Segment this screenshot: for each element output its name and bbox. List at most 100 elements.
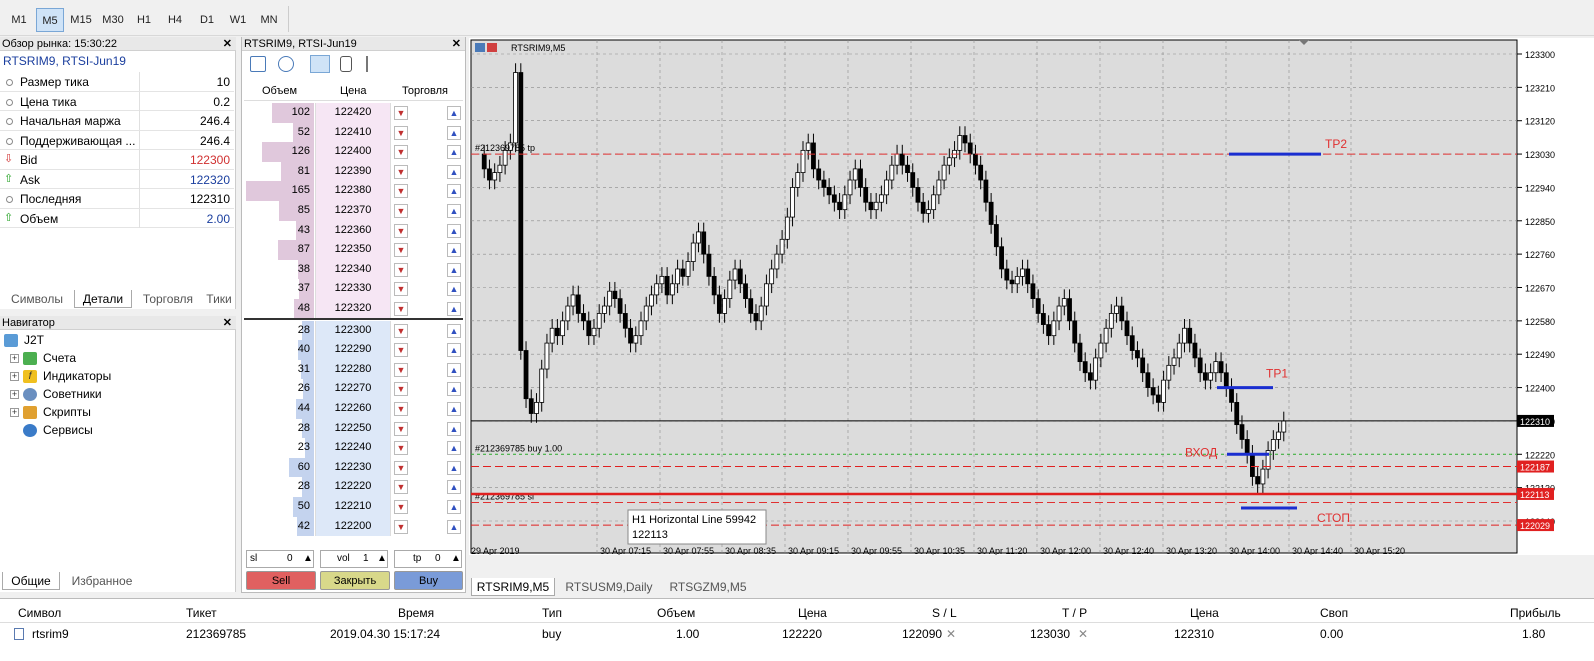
tf-m30[interactable]: M30 [98, 8, 128, 32]
bid-row[interactable]: 60 122230 ▼ ▲ [244, 457, 463, 478]
col-ticket[interactable]: Тикет [186, 606, 217, 620]
price-chart[interactable]: 123300 123210 123120 123030 122940 122850 1227… [469, 38, 1594, 555]
bid-row[interactable]: 42 122200 ▼ ▲ [244, 516, 463, 537]
ask-row[interactable]: 48 122320 ▼ ▲ [244, 299, 463, 319]
chart-tab-rtsusm9[interactable]: RTSUSM9,Daily [559, 578, 659, 596]
buy-limit-icon[interactable]: ▲ [447, 302, 461, 316]
close-position-button[interactable]: Закрыть [320, 571, 390, 590]
sell-limit-icon[interactable]: ▼ [394, 441, 408, 456]
buy-limit-icon[interactable]: ▲ [447, 402, 461, 416]
buy-limit-icon[interactable]: ▲ [447, 282, 461, 297]
buy-limit-icon[interactable]: ▲ [447, 362, 461, 377]
expand-icon[interactable]: + [10, 408, 19, 418]
tab-details[interactable]: Детали [74, 290, 132, 308]
nav-item-indicators[interactable]: + f Индикаторы [10, 367, 111, 385]
sell-limit-icon[interactable]: ▼ [394, 402, 408, 416]
sell-limit-icon[interactable]: ▼ [394, 362, 408, 377]
buy-limit-icon[interactable]: ▲ [447, 223, 461, 238]
buy-limit-icon[interactable]: ▲ [447, 519, 461, 534]
mw-row-maintenance-margin[interactable]: Поддерживающая ... 246.4 [0, 130, 234, 150]
sell-limit-icon[interactable]: ▼ [394, 343, 408, 358]
tab-common[interactable]: Общие [2, 572, 60, 590]
search-icon[interactable] [278, 56, 294, 72]
vol-stepper[interactable]: vol 1 ▲ [320, 550, 388, 568]
sl-stepper[interactable]: sl 0 ▲ [246, 550, 314, 568]
ask-row[interactable]: 102 122420 ▼ ▲ [244, 103, 463, 123]
nav-item-experts[interactable]: + Советники [10, 385, 102, 403]
tab-trading[interactable]: Торговля [134, 290, 202, 308]
ask-row[interactable]: 87 122350 ▼ ▲ [244, 240, 463, 260]
spin-icon[interactable]: ▲ [303, 551, 313, 567]
ask-row[interactable]: 37 122330 ▼ ▲ [244, 279, 463, 299]
tab-favorites[interactable]: Избранное [62, 572, 142, 590]
nav-root[interactable]: J2T [4, 331, 44, 349]
nav-item-accounts[interactable]: + Счета [10, 349, 76, 367]
bid-row[interactable]: 31 122280 ▼ ▲ [244, 359, 463, 380]
ask-row[interactable]: 85 122370 ▼ ▲ [244, 201, 463, 221]
ask-row[interactable]: 126 122400 ▼ ▲ [244, 142, 463, 162]
sell-limit-icon[interactable]: ▼ [394, 106, 408, 120]
ask-row[interactable]: 43 122360 ▼ ▲ [244, 220, 463, 241]
cylinder-icon[interactable] [340, 56, 352, 72]
col-swap[interactable]: Своп [1320, 606, 1348, 620]
bid-row[interactable]: 26 122270 ▼ ▲ [244, 379, 463, 399]
buy-limit-icon[interactable]: ▲ [447, 500, 461, 514]
nav-item-scripts[interactable]: + Скрипты [10, 403, 91, 421]
buy-limit-icon[interactable]: ▲ [447, 382, 461, 397]
buy-limit-icon[interactable]: ▲ [447, 164, 461, 179]
sell-limit-icon[interactable]: ▼ [394, 302, 408, 316]
mw-row-volume[interactable]: ⇧ Объем 2.00 [0, 208, 234, 228]
bid-row[interactable]: 44 122260 ▼ ▲ [244, 399, 463, 419]
chart-tab-rtsrim9[interactable]: RTSRIM9,M5 [471, 578, 555, 596]
bid-row[interactable]: 28 122250 ▼ ▲ [244, 418, 463, 439]
tf-m1[interactable]: M1 [6, 8, 32, 32]
ask-row[interactable]: 52 122410 ▼ ▲ [244, 122, 463, 143]
buy-limit-icon[interactable]: ▲ [447, 460, 461, 475]
close-icon[interactable]: ✕ [223, 316, 232, 330]
sell-limit-icon[interactable]: ▼ [394, 500, 408, 514]
sell-limit-icon[interactable]: ▼ [394, 262, 408, 277]
mw-row-initial-margin[interactable]: Начальная маржа 246.4 [0, 111, 234, 131]
chart-tab-rtsgzm9[interactable]: RTSGZM9,M5 [663, 578, 753, 596]
tab-ticks[interactable]: Тики [204, 290, 234, 308]
tf-mn[interactable]: MN [254, 8, 284, 32]
expand-icon[interactable]: + [10, 390, 19, 400]
chart-icon[interactable] [250, 56, 266, 72]
col-volume[interactable]: Объем [657, 606, 695, 620]
sell-limit-icon[interactable]: ▼ [394, 243, 408, 258]
sell-limit-icon[interactable]: ▼ [394, 204, 408, 218]
bid-row[interactable]: 28 122300 ▼ ▲ [244, 320, 463, 341]
buy-limit-icon[interactable]: ▲ [447, 441, 461, 456]
close-icon[interactable]: ✕ [223, 37, 232, 51]
col-tp[interactable]: T / P [1062, 606, 1087, 620]
tab-symbols[interactable]: Символы [2, 290, 72, 308]
spin-icon[interactable]: ▲ [377, 551, 387, 567]
sort-icon[interactable] [366, 56, 380, 72]
sell-limit-icon[interactable]: ▼ [394, 382, 408, 397]
sell-limit-icon[interactable]: ▼ [394, 145, 408, 160]
sell-button[interactable]: Sell [246, 571, 316, 590]
buy-limit-icon[interactable]: ▲ [447, 106, 461, 120]
buy-limit-icon[interactable]: ▲ [447, 125, 461, 140]
spin-icon[interactable]: ▲ [451, 551, 461, 567]
col-symbol[interactable]: Символ [18, 606, 61, 620]
buy-limit-icon[interactable]: ▲ [447, 323, 461, 338]
nav-item-services[interactable]: Сервисы [23, 421, 93, 439]
col-price[interactable]: Цена [798, 606, 827, 620]
buy-limit-icon[interactable]: ▲ [447, 343, 461, 358]
col-type[interactable]: Тип [542, 606, 562, 620]
col-profit[interactable]: Прибыль [1510, 606, 1561, 620]
sell-limit-icon[interactable]: ▼ [394, 184, 408, 199]
col-sl[interactable]: S / L [932, 606, 957, 620]
sell-limit-icon[interactable]: ▼ [394, 460, 408, 475]
ask-row[interactable]: 81 122390 ▼ ▲ [244, 161, 463, 182]
tf-m15[interactable]: M15 [66, 8, 96, 32]
bid-row[interactable]: 50 122210 ▼ ▲ [244, 497, 463, 517]
sell-limit-icon[interactable]: ▼ [394, 323, 408, 338]
tf-h4[interactable]: H4 [160, 8, 190, 32]
ask-row[interactable]: 165 122380 ▼ ▲ [244, 181, 463, 201]
buy-limit-icon[interactable]: ▲ [447, 480, 461, 495]
sell-limit-icon[interactable]: ▼ [394, 223, 408, 238]
bid-row[interactable]: 28 122220 ▼ ▲ [244, 477, 463, 497]
mw-row-last[interactable]: Последняя 122310 [0, 189, 234, 209]
